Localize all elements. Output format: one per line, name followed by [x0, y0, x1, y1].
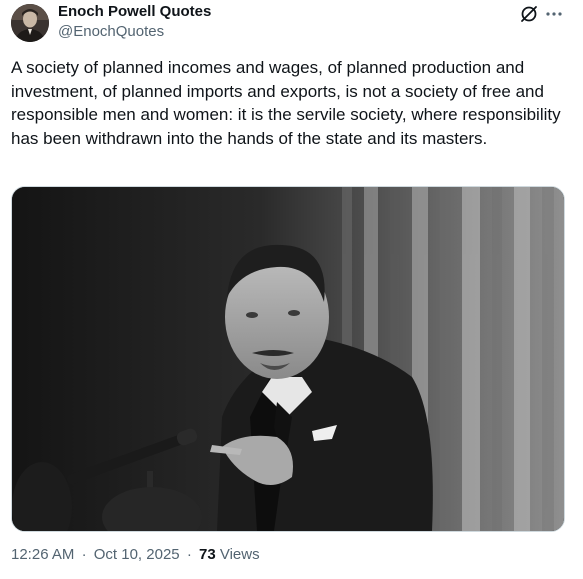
avatar-portrait [11, 4, 49, 42]
tweet-photo[interactable] [11, 186, 565, 532]
more-options-icon[interactable] [544, 4, 564, 24]
tweet-text: A society of planned incomes and wages, … [11, 58, 566, 148]
author-handle[interactable]: @EnochQuotes [58, 23, 164, 41]
tweet-card: Enoch Powell Quotes @EnochQuotes A socie… [0, 0, 583, 579]
tweet-time[interactable]: 12:26 AM [11, 546, 74, 563]
tweet-date[interactable]: Oct 10, 2025 [94, 546, 180, 563]
grok-icon[interactable] [519, 4, 539, 24]
author-display-name[interactable]: Enoch Powell Quotes [58, 3, 211, 21]
views-count: 73 [198, 546, 216, 563]
author-avatar[interactable] [11, 4, 49, 42]
views-label: Views [219, 546, 260, 563]
meta-separator: · [186, 546, 192, 563]
photo-speaker-at-microphone [12, 187, 564, 531]
meta-separator: · [81, 546, 87, 563]
tweet-meta: 12:26 AM · Oct 10, 2025 · 73 Views [11, 546, 260, 564]
